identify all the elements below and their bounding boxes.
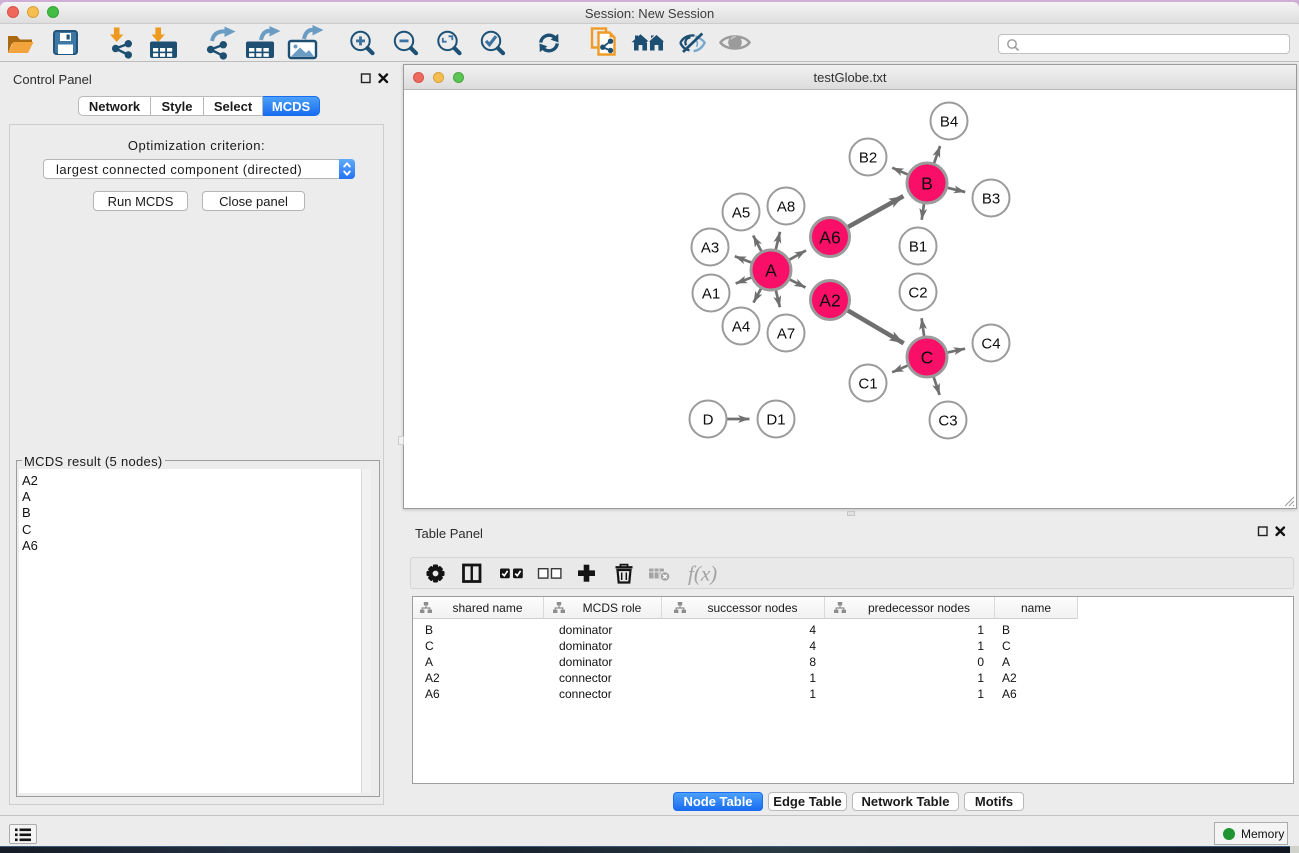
- svg-text:B4: B4: [940, 114, 958, 131]
- svg-text:A: A: [765, 261, 777, 281]
- svg-text:B3: B3: [982, 191, 1000, 208]
- svg-text:A7: A7: [777, 326, 795, 343]
- svg-text:C: C: [921, 348, 934, 368]
- svg-text:D: D: [703, 412, 714, 429]
- svg-text:C3: C3: [938, 413, 957, 430]
- svg-text:A1: A1: [702, 286, 720, 303]
- svg-text:B2: B2: [859, 150, 877, 167]
- svg-text:A6: A6: [819, 228, 840, 248]
- svg-text:A8: A8: [777, 199, 795, 216]
- svg-text:D1: D1: [766, 412, 785, 429]
- svg-text:A3: A3: [701, 240, 719, 257]
- svg-text:C1: C1: [858, 376, 877, 393]
- svg-text:B: B: [921, 174, 933, 194]
- svg-text:f(x): f(x): [688, 562, 717, 586]
- svg-text:C4: C4: [981, 336, 1000, 353]
- svg-text:A2: A2: [819, 291, 840, 311]
- svg-text:C2: C2: [908, 285, 927, 302]
- svg-text:A4: A4: [732, 319, 750, 336]
- svg-text:B1: B1: [909, 239, 927, 256]
- svg-text:A5: A5: [732, 205, 750, 222]
